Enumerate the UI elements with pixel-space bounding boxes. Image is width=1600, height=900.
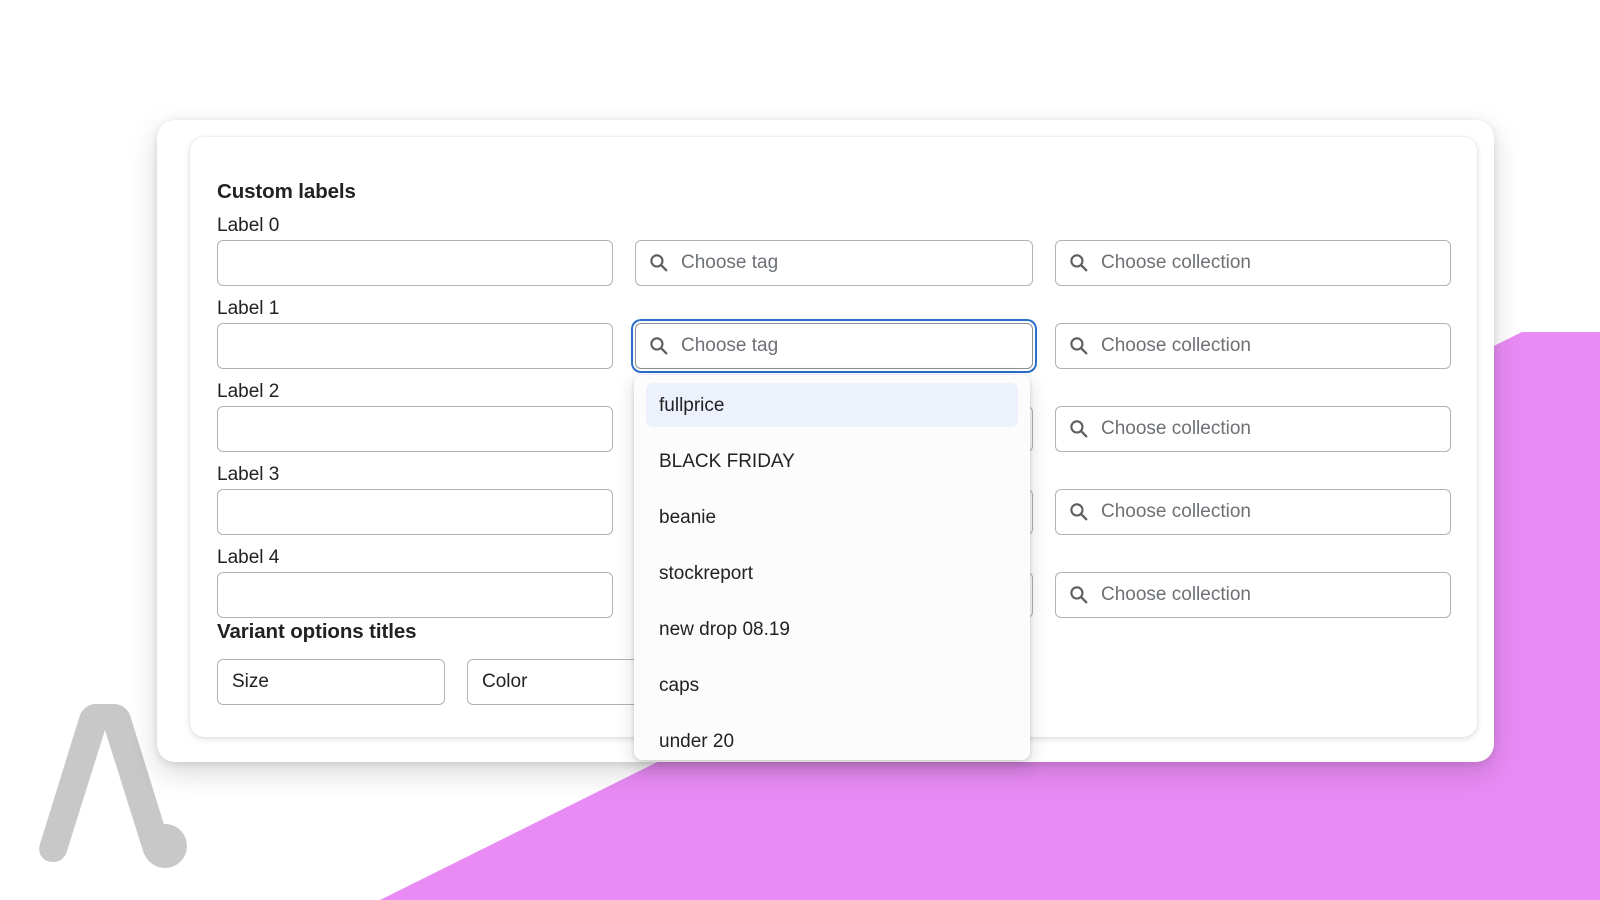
collection-search-field[interactable]: Choose collection xyxy=(1055,406,1451,452)
custom-label-text-input[interactable] xyxy=(217,572,613,618)
search-icon xyxy=(1068,418,1089,439)
collection-search-field[interactable]: Choose collection xyxy=(1055,572,1451,618)
tag-search-placeholder: Choose tag xyxy=(681,336,778,355)
collection-search-field[interactable]: Choose collection xyxy=(1055,240,1451,286)
collection-search-placeholder: Choose collection xyxy=(1101,336,1251,355)
tag-option[interactable]: stockreport xyxy=(646,551,1018,595)
tag-option[interactable]: fullprice xyxy=(646,383,1018,427)
custom-label-row: Label 1 Choose tag xyxy=(217,286,1450,369)
collection-search-placeholder: Choose collection xyxy=(1101,502,1251,521)
search-icon xyxy=(648,335,669,356)
tag-dropdown-popover[interactable]: fullprice BLACK FRIDAY beanie stockrepor… xyxy=(634,375,1030,760)
search-icon xyxy=(648,252,669,273)
tag-option[interactable]: new drop 08.19 xyxy=(646,607,1018,651)
field-label: Label 0 xyxy=(217,216,1450,235)
custom-label-row: Label 0 Choose tag xyxy=(217,203,1450,286)
custom-label-text-input[interactable] xyxy=(217,406,613,452)
variant-option-input-size[interactable] xyxy=(217,659,445,705)
field-label: Label 1 xyxy=(217,299,1450,318)
collection-search-placeholder: Choose collection xyxy=(1101,419,1251,438)
tag-option[interactable]: under 20 xyxy=(646,719,1018,760)
collection-search-field[interactable]: Choose collection xyxy=(1055,489,1451,535)
custom-label-text-input[interactable] xyxy=(217,323,613,369)
search-icon xyxy=(1068,584,1089,605)
tag-option[interactable]: BLACK FRIDAY xyxy=(646,439,1018,483)
custom-label-text-input[interactable] xyxy=(217,240,613,286)
search-icon xyxy=(1068,252,1089,273)
collection-search-placeholder: Choose collection xyxy=(1101,585,1251,604)
collection-search-field[interactable]: Choose collection xyxy=(1055,323,1451,369)
search-icon xyxy=(1068,501,1089,522)
tag-option[interactable]: caps xyxy=(646,663,1018,707)
custom-label-text-input[interactable] xyxy=(217,489,613,535)
search-icon xyxy=(1068,335,1089,356)
tag-search-field-focused[interactable]: Choose tag xyxy=(635,323,1033,369)
tag-search-field[interactable]: Choose tag xyxy=(635,240,1033,286)
collection-search-placeholder: Choose collection xyxy=(1101,253,1251,272)
tag-option[interactable]: beanie xyxy=(646,495,1018,539)
custom-labels-title: Custom labels xyxy=(217,182,1450,203)
tag-search-placeholder: Choose tag xyxy=(681,253,778,272)
